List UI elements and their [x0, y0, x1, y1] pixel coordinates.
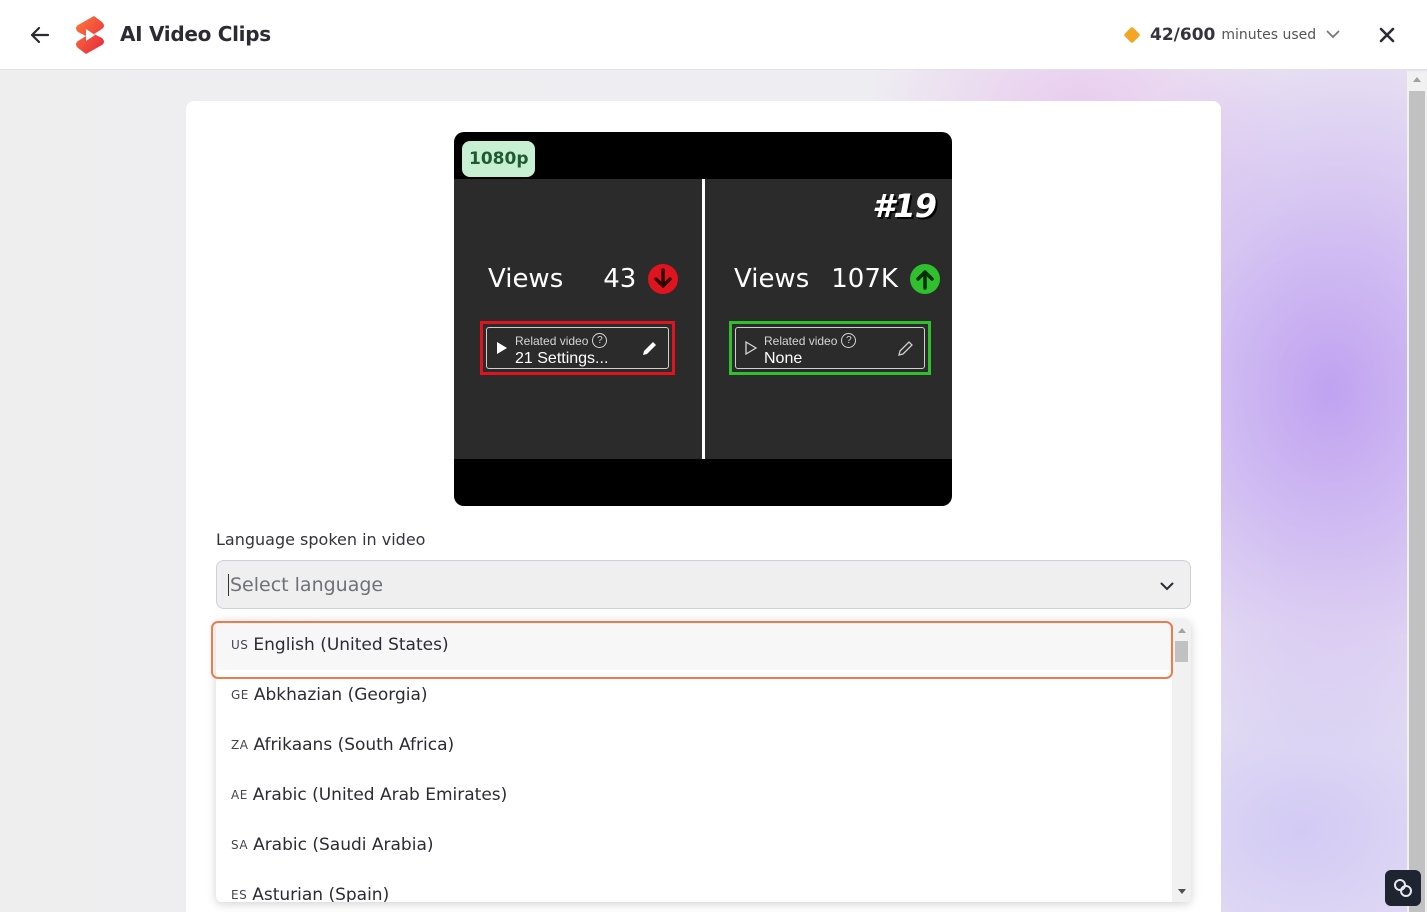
top-bar: AI Video Clips 42/600 minutes used [0, 0, 1427, 70]
language-option-label: Abkhazian (Georgia) [253, 685, 428, 705]
language-option[interactable]: GE Abkhazian (Georgia) [216, 670, 1172, 720]
scroll-up-icon[interactable] [1413, 77, 1421, 82]
resolution-badge: 1080p [462, 141, 536, 177]
usage-suffix: minutes used [1221, 27, 1317, 43]
scrollbar-thumb[interactable] [1409, 91, 1425, 912]
country-code: ES [231, 888, 248, 902]
chevron-down-icon [1160, 578, 1174, 596]
related-video-label-text: Related video [764, 333, 838, 348]
country-code: AE [231, 788, 248, 802]
language-option[interactable]: SA Arabic (Saudi Arabia) [216, 820, 1172, 870]
help-icon: ? [841, 333, 857, 348]
language-option[interactable]: ES Asturian (Spain) [216, 870, 1172, 902]
back-arrow-icon[interactable] [26, 22, 54, 48]
pencil-outline-icon [896, 340, 914, 363]
close-icon[interactable] [1375, 23, 1399, 47]
dropdown-scrollbar-thumb[interactable] [1175, 641, 1188, 662]
comparison-pane-left: Views 43 Related video ? 21 Settings... [454, 179, 700, 459]
language-option-list: US English (United States) GE Abkhazian … [216, 620, 1172, 902]
country-code: ZA [231, 738, 249, 752]
play-outline-icon [745, 340, 758, 360]
views-row-right: Views 107K [734, 264, 940, 294]
scroll-up-icon[interactable] [1178, 628, 1186, 633]
diamond-icon [1123, 26, 1141, 44]
language-option-label: Arabic (United Arab Emirates) [252, 785, 508, 805]
usage-dropdown[interactable]: 42/600 minutes used [1123, 22, 1340, 48]
related-video-box-right: Related video ? None [729, 321, 931, 375]
language-option-label: Asturian (Spain) [252, 885, 390, 902]
language-dropdown: US English (United States) GE Abkhazian … [216, 620, 1191, 902]
app-title: AI Video Clips [120, 22, 271, 46]
views-row-left: Views 43 [488, 264, 679, 294]
views-value: 43 [603, 264, 637, 294]
related-video-value: None [764, 350, 803, 367]
language-field-label: Language spoken in video [216, 530, 426, 549]
video-preview[interactable]: 1080p Views 43 Related video ? 21 Settin… [454, 132, 952, 506]
comparison-pane-right: #19 Views 107K Related video ? None [707, 179, 952, 459]
dropdown-scrollbar[interactable] [1172, 620, 1191, 902]
language-option-label: English (United States) [253, 635, 449, 655]
related-video-value: 21 Settings... [515, 350, 609, 367]
country-code: US [231, 638, 249, 652]
language-option[interactable]: AE Arabic (United Arab Emirates) [216, 770, 1172, 820]
help-icon: ? [592, 333, 608, 348]
translate-widget-button[interactable] [1385, 870, 1421, 906]
views-label: Views [734, 264, 810, 294]
views-value: 107K [831, 264, 898, 294]
views-label: Views [488, 264, 564, 294]
country-code: GE [231, 688, 249, 702]
page-scrollbar[interactable] [1407, 71, 1427, 912]
play-icon [496, 341, 508, 360]
language-option[interactable]: US English (United States) [216, 620, 1172, 670]
usage-count: 42/600 [1150, 25, 1216, 45]
rank-label: #19 [872, 187, 937, 225]
language-option[interactable]: ZA Afrikaans (South Africa) [216, 720, 1172, 770]
language-option-label: Afrikaans (South Africa) [253, 735, 455, 755]
pencil-icon [640, 340, 658, 363]
country-code: SA [231, 838, 249, 852]
related-video-box-left: Related video ? 21 Settings... [480, 321, 675, 375]
language-select[interactable]: Select language [216, 560, 1191, 609]
related-video-label: Related video ? [764, 333, 857, 348]
arrow-up-circle-icon [909, 264, 940, 294]
language-option-label: Arabic (Saudi Arabia) [253, 835, 434, 855]
related-video-label: Related video ? [515, 333, 608, 348]
language-select-placeholder: Select language [228, 574, 384, 596]
arrow-down-circle-icon [648, 264, 679, 294]
comparison-divider [700, 179, 707, 459]
scroll-down-icon[interactable] [1178, 889, 1186, 894]
related-video-label-text: Related video [515, 333, 589, 348]
link-icon [1394, 879, 1412, 897]
chevron-down-icon [1326, 26, 1340, 44]
app-logo-icon [72, 14, 108, 56]
